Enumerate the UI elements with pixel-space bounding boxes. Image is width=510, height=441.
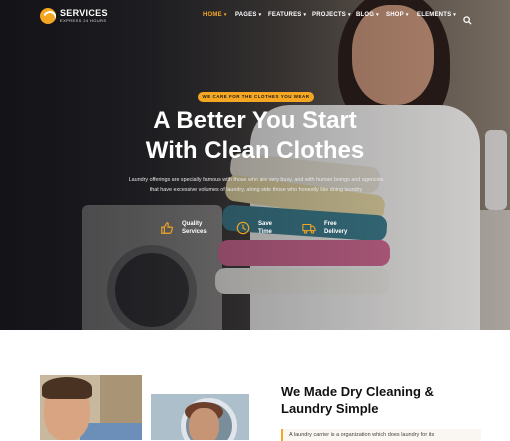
top-navbar: SERVICES EXPRESS 24 HOURS HOME ▾ PAGES ▾ F…: [0, 0, 510, 34]
logo-subtitle: EXPRESS 24 HOURS: [60, 17, 107, 23]
menu-item-blog[interactable]: BLOG ▾: [356, 12, 386, 18]
hero-headline-line: With Clean Clothes: [145, 137, 365, 164]
smiling-man-photo: [40, 375, 142, 440]
site-logo[interactable]: SERVICES EXPRESS 24 HOURS: [40, 8, 108, 24]
chevron-down-icon: ▾: [376, 12, 379, 18]
feature-save-time: Save Time: [236, 220, 292, 236]
about-heading: We Made Dry Cleaning & Laundry Simple: [281, 383, 481, 417]
menu-item-label: BLOG: [356, 12, 375, 18]
chevron-down-icon: ▾: [303, 12, 307, 18]
thumbs-up-icon: [161, 222, 173, 234]
search-icon[interactable]: [463, 12, 472, 25]
hero-headline-line: A Better You Start: [153, 107, 357, 134]
hero-section: SERVICES EXPRESS 24 HOURS HOME ▾ PAGES ▾ F…: [0, 0, 510, 330]
menu-item-label: PROJECTS: [312, 12, 346, 18]
logo-icon: [40, 8, 56, 24]
chevron-down-icon: ▾: [258, 12, 262, 18]
hero-tagline-badge: WE CARE FOR THE CLOTHES YOU WEAR: [198, 92, 314, 102]
menu-item-label: SHOP: [386, 12, 404, 18]
feature-label: Delivery: [324, 229, 348, 235]
menu-item-label: PAGES: [235, 12, 257, 18]
chevron-down-icon: ▾: [453, 12, 456, 18]
menu-item-home[interactable]: HOME ▾: [203, 12, 235, 18]
chevron-down-icon: ▾: [347, 12, 351, 18]
chevron-down-icon: ▾: [405, 12, 409, 18]
main-menu: HOME ▾ PAGES ▾ FEATURES ▾ PROJECTS ▾ BLOG ▾ S…: [203, 12, 459, 18]
hero-description: Laundry offerings are specially famous w…: [128, 177, 384, 193]
laundry-woman-photo: [151, 394, 249, 440]
feature-free-delivery: Free Delivery: [302, 220, 358, 236]
menu-item-features[interactable]: FEATURES ▾: [268, 12, 312, 18]
feature-label: Services: [182, 229, 207, 235]
feature-quality: Quality Services: [160, 220, 216, 236]
hero-features: Quality Services Save Time Free Delivery: [0, 220, 510, 242]
menu-item-shop[interactable]: SHOP ▾: [386, 12, 417, 18]
menu-item-label: FEATURES: [268, 12, 302, 18]
truck-icon: [302, 223, 316, 234]
clock-icon: [236, 221, 250, 235]
chevron-down-icon: ▾: [223, 12, 227, 18]
feature-label: Save: [258, 221, 273, 227]
feature-label: Free: [324, 221, 337, 227]
feature-label: Quality: [182, 221, 203, 227]
menu-item-label: HOME: [203, 12, 222, 18]
feature-label: Time: [258, 229, 272, 235]
about-heading-line: We Made Dry Cleaning &: [281, 384, 434, 399]
about-quote: A laundry carrier is a organization whic…: [281, 429, 481, 441]
logo-title: SERVICES: [60, 7, 108, 18]
about-heading-line: Laundry Simple: [281, 401, 379, 416]
hero-headline: A Better You Start With Clean Clothes: [0, 106, 510, 166]
menu-item-projects[interactable]: PROJECTS ▾: [312, 12, 356, 18]
about-section: We Made Dry Cleaning & Laundry Simple A …: [0, 330, 510, 441]
menu-item-pages[interactable]: PAGES ▾: [235, 12, 268, 18]
menu-item-elements[interactable]: ELEMENTS ▾: [417, 12, 459, 18]
menu-item-label: ELEMENTS: [417, 12, 452, 18]
